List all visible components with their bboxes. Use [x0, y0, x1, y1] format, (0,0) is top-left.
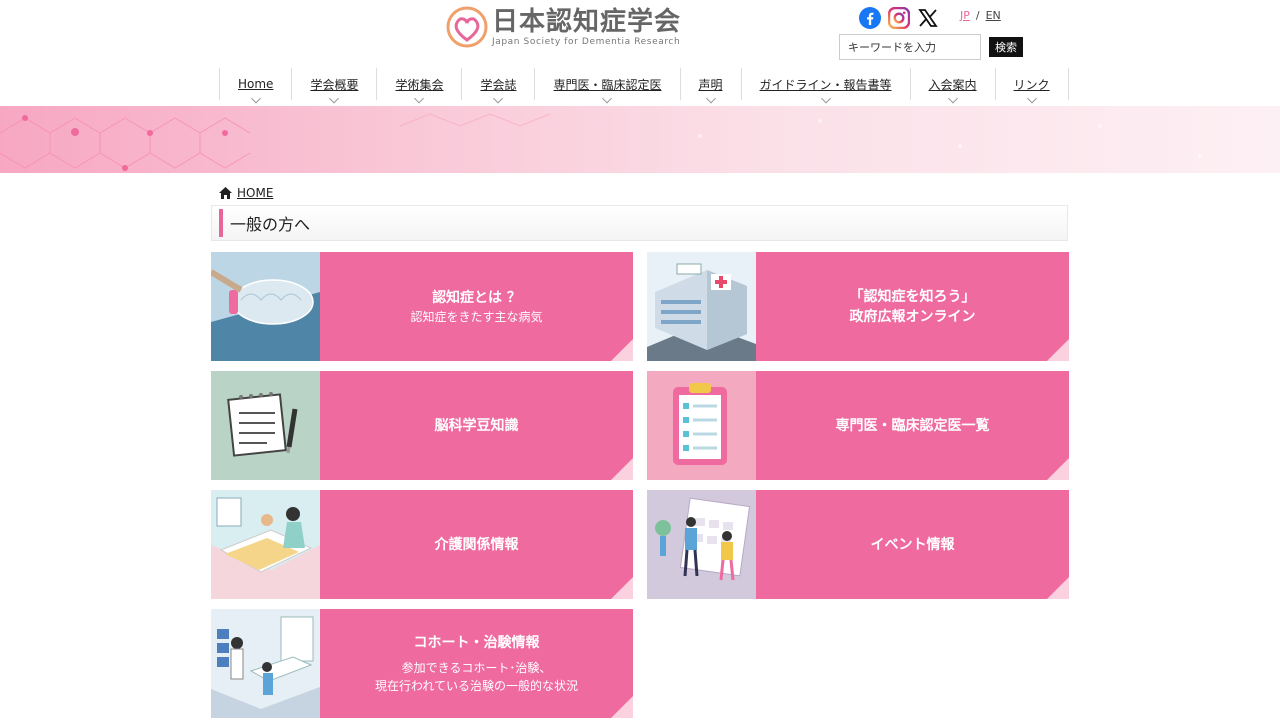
- card-title: 「認知症を知ろう」: [849, 288, 976, 305]
- nav-label: 声明: [698, 77, 723, 92]
- card-subtitle: 参加できるコホート･治験、: [401, 660, 552, 675]
- language-switch: JP / EN: [960, 9, 1001, 22]
- nav-label: リンク: [1013, 77, 1050, 92]
- chevron-down-icon: [1026, 93, 1037, 104]
- card-government-pr[interactable]: 「認知症を知ろう」 政府広報オンライン: [647, 252, 1069, 361]
- instagram-icon[interactable]: [887, 6, 911, 30]
- logo-title: 日本認知症学会: [492, 6, 682, 37]
- card-title: 介護関係情報: [434, 536, 519, 553]
- card-title: コホート・治験情報: [413, 634, 540, 651]
- nav-item-specialists[interactable]: 専門医・臨床認定医: [535, 68, 681, 104]
- nav-item-membership[interactable]: 入会案内: [911, 68, 996, 104]
- clinic-room-image: [211, 609, 320, 718]
- page-title: 一般の方へ: [230, 215, 311, 234]
- card-specialist-list[interactable]: 専門医・臨床認定医一覧: [647, 371, 1069, 480]
- lang-en-link[interactable]: EN: [986, 9, 1001, 22]
- nav-label: Home: [238, 77, 274, 91]
- page-title-box: 一般の方へ: [211, 205, 1068, 241]
- hexagon-pattern-image: [0, 113, 1202, 171]
- logo-heart-icon: [446, 6, 488, 48]
- chevron-down-icon: [820, 93, 831, 104]
- card-care-info[interactable]: 介護関係情報: [211, 490, 633, 599]
- care-room-image: [211, 490, 320, 599]
- chevron-down-icon: [947, 93, 958, 104]
- nav-label: 専門医・臨床認定医: [553, 77, 662, 92]
- card-what-is-dementia[interactable]: 認知症とは ？ 認知症をきたす主な病気: [211, 252, 633, 361]
- card-subtitle: 認知症をきたす主な病気: [410, 309, 543, 324]
- card-corner-fold: [1047, 339, 1069, 361]
- logo-subtitle: Japan Society for Dementia Research: [492, 36, 681, 47]
- nav-item-about[interactable]: 学会概要: [292, 68, 378, 104]
- site-header: 日本認知症学会 Japan Society for Dementia Resea…: [0, 0, 1280, 106]
- card-subtitle: 政府広報オンライン: [849, 308, 976, 325]
- clipboard-checklist-image: [647, 371, 756, 480]
- home-icon: [219, 187, 232, 199]
- site-search: 検索: [839, 34, 1023, 60]
- card-body: 認知症とは ？ 認知症をきたす主な病気: [320, 252, 633, 361]
- card-corner-fold: [611, 577, 633, 599]
- nav-label: 入会案内: [928, 77, 977, 92]
- search-button[interactable]: 検索: [989, 37, 1023, 57]
- card-title: 脳科学豆知識: [434, 417, 519, 434]
- card-corner-fold: [611, 339, 633, 361]
- nav-item-meetings[interactable]: 学術集会: [377, 68, 463, 104]
- calendar-people-image: [647, 490, 756, 599]
- chevron-down-icon: [493, 93, 504, 104]
- breadcrumb: HOME: [219, 186, 273, 200]
- card-cohort-trials[interactable]: コホート・治験情報 参加できるコホート･治験、 現在行われている治験の一般的な状…: [211, 609, 633, 718]
- search-input[interactable]: [839, 34, 981, 60]
- nav-label: 学術集会: [395, 77, 444, 92]
- card-body: イベント情報: [756, 490, 1069, 599]
- card-brain-science[interactable]: 脳科学豆知識: [211, 371, 633, 480]
- breadcrumb-home-link[interactable]: HOME: [237, 186, 273, 200]
- lang-separator: /: [975, 9, 980, 22]
- card-body: 介護関係情報: [320, 490, 633, 599]
- nav-item-home[interactable]: Home: [220, 68, 293, 104]
- main-nav: Home 学会概要 学術集会 学会誌 専門医・臨床認定医 声明 ガイドライン・報…: [219, 68, 1069, 104]
- notepad-pen-image: [211, 371, 320, 480]
- nav-label: ガイドライン・報告書等: [759, 77, 892, 92]
- chevron-down-icon: [414, 93, 425, 104]
- page-banner: [0, 106, 1280, 173]
- nav-item-journal[interactable]: 学会誌: [462, 68, 536, 104]
- card-title: 認知症とは ？: [432, 289, 521, 306]
- card-title: 専門医・臨床認定医一覧: [835, 417, 990, 434]
- card-corner-fold: [1047, 458, 1069, 480]
- card-body: 専門医・臨床認定医一覧: [756, 371, 1069, 480]
- card-events[interactable]: イベント情報: [647, 490, 1069, 599]
- card-body: コホート・治験情報 参加できるコホート･治験、 現在行われている治験の一般的な状…: [320, 609, 633, 718]
- card-body: 脳科学豆知識: [320, 371, 633, 480]
- card-corner-fold: [611, 458, 633, 480]
- chevron-down-icon: [250, 93, 261, 104]
- chevron-down-icon: [329, 93, 340, 104]
- brain-illustration-image: [211, 252, 320, 361]
- title-accent-bar: [219, 209, 223, 237]
- chevron-down-icon: [705, 93, 716, 104]
- x-icon[interactable]: [917, 7, 939, 29]
- site-logo[interactable]: 日本認知症学会 Japan Society for Dementia Resea…: [446, 4, 681, 50]
- card-corner-fold: [1047, 577, 1069, 599]
- nav-item-guidelines[interactable]: ガイドライン・報告書等: [742, 68, 911, 104]
- nav-item-statements[interactable]: 声明: [681, 68, 742, 104]
- nav-label: 学会概要: [310, 77, 359, 92]
- nav-item-links[interactable]: リンク: [996, 68, 1069, 104]
- card-subtitle-line2: 現在行われている治験の一般的な状況: [374, 678, 579, 693]
- hospital-building-image: [647, 252, 756, 361]
- card-title: イベント情報: [870, 536, 955, 553]
- card-corner-fold: [611, 696, 633, 718]
- chevron-down-icon: [602, 93, 613, 104]
- lang-jp-link[interactable]: JP: [960, 9, 970, 22]
- facebook-icon[interactable]: [859, 7, 881, 29]
- social-links: [859, 6, 939, 30]
- nav-label: 学会誌: [480, 77, 517, 92]
- card-body: 「認知症を知ろう」 政府広報オンライン: [756, 252, 1069, 361]
